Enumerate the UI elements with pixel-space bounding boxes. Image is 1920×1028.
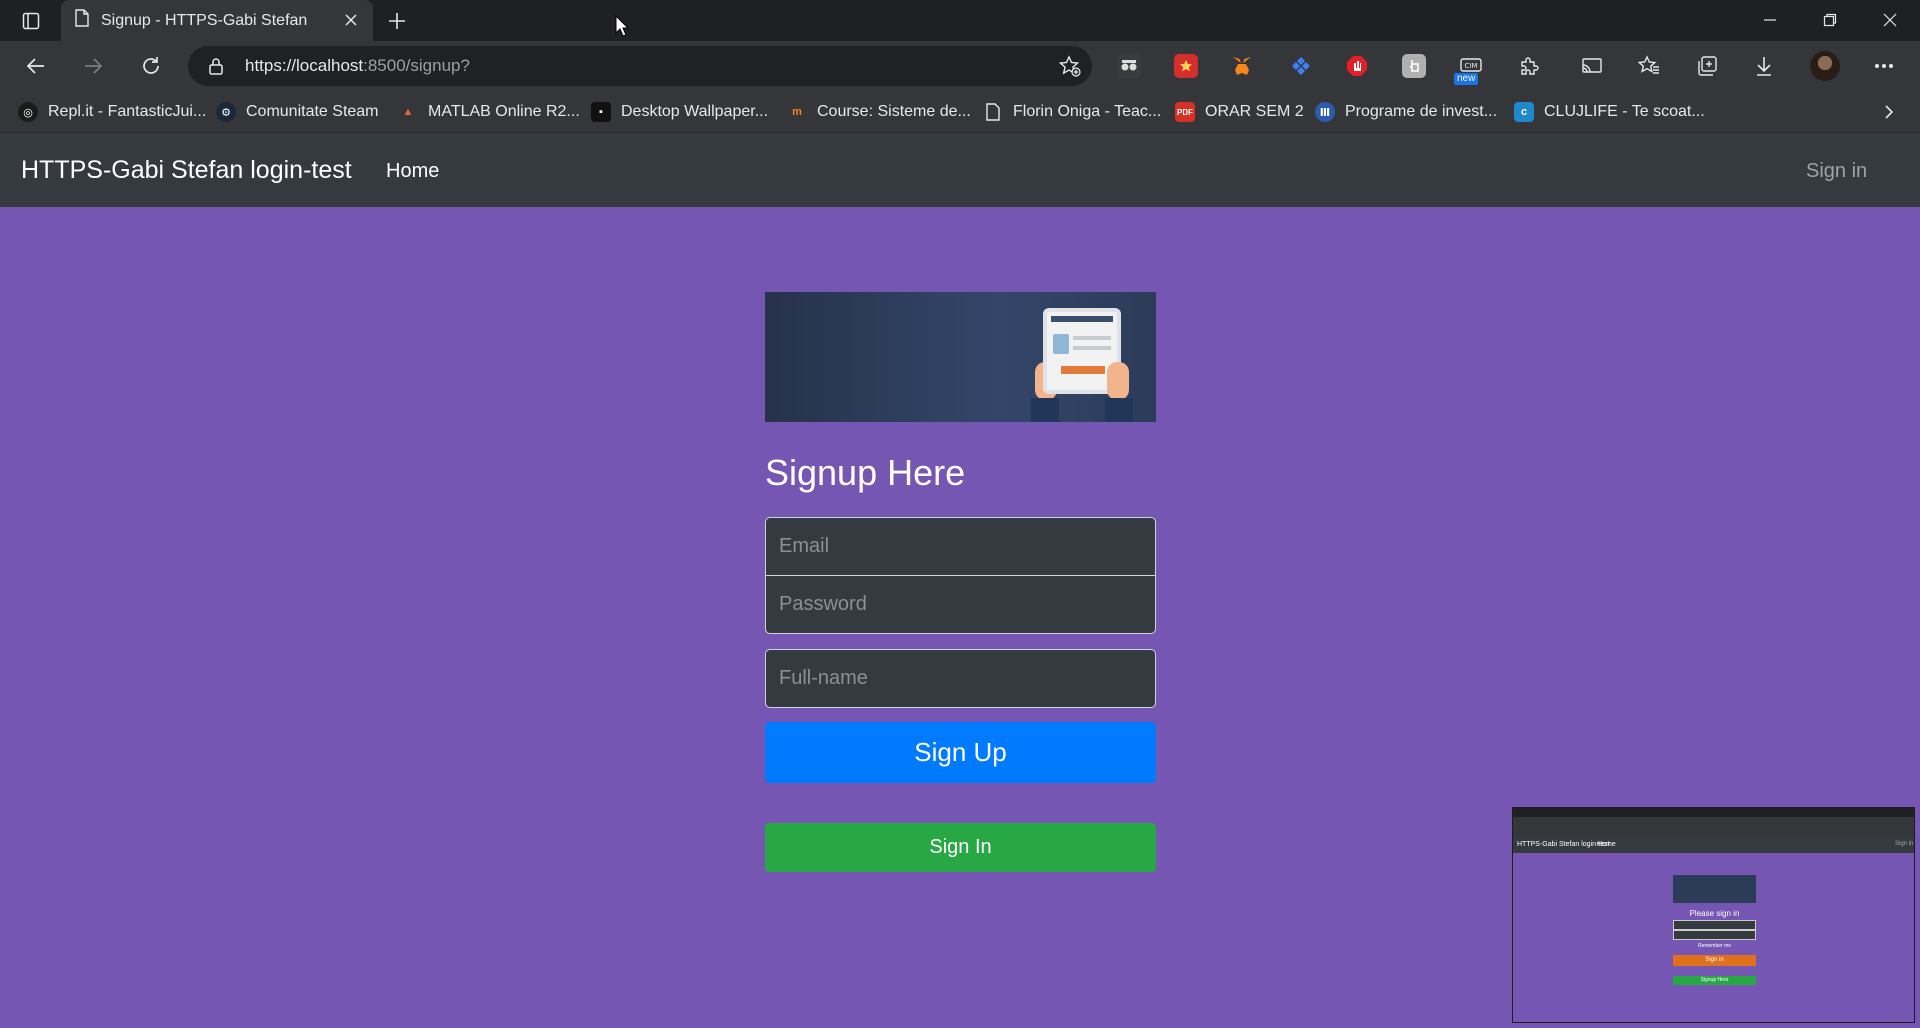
browser-tab-bar: Signup - HTTPS-Gabi Stefan: [0, 0, 1920, 41]
svg-text:CIM: CIM: [1465, 62, 1478, 70]
nav-home-link[interactable]: Home: [386, 160, 439, 183]
diamond-extension-icon[interactable]: [1289, 54, 1313, 78]
tab-actions-icon[interactable]: [16, 8, 46, 34]
more-menu-icon[interactable]: [1872, 54, 1896, 78]
thumb-email-field: [1673, 920, 1756, 930]
bookmark-label: Florin Oniga - Teac...: [1013, 103, 1162, 120]
allianz-icon: Ⅲ: [1315, 102, 1335, 122]
site-brand[interactable]: HTTPS-Gabi Stefan login-test: [21, 156, 352, 185]
bookmark-orar[interactable]: PDF ORAR SEM 2: [1175, 100, 1304, 124]
thumb-banner: [1673, 875, 1756, 903]
thumb-title: Please sign in: [1689, 909, 1740, 918]
mouse-cursor-icon: [615, 15, 629, 37]
thumb-brand: HTTPS-Gabi Stefan login-test: [1517, 841, 1610, 848]
thumb-signup-button: Signup Here: [1673, 976, 1756, 985]
adblock-icon[interactable]: [1345, 54, 1369, 78]
url-path: :8500/signup?: [363, 56, 470, 75]
bookmark-course[interactable]: m Course: Sisteme de...: [787, 100, 971, 124]
signup-button[interactable]: Sign Up: [765, 722, 1156, 783]
moodle-icon: m: [792, 106, 802, 118]
bookmark-label: ORAR SEM 2: [1205, 103, 1304, 120]
signin-button[interactable]: Sign In: [765, 823, 1156, 872]
thumb-remember: Remember me: [1697, 943, 1732, 949]
close-window-icon[interactable]: [1876, 6, 1904, 34]
spy-extension-icon[interactable]: [1117, 54, 1141, 78]
fullname-field[interactable]: [765, 649, 1156, 708]
address-bar[interactable]: https://localhost:8500/signup?: [188, 46, 1092, 86]
bookmark-label: CLUJLIFE - Te scoat...: [1544, 103, 1705, 120]
bookmark-programe[interactable]: Ⅲ Programe de invest...: [1315, 100, 1497, 124]
downloads-icon[interactable]: [1752, 54, 1776, 78]
bookmark-matlab[interactable]: ▲ MATLAB Online R2...: [398, 100, 580, 124]
chevron-right-icon[interactable]: [1878, 101, 1900, 123]
replit-icon: ◎: [18, 102, 38, 122]
bookmark-label: Programe de invest...: [1345, 103, 1498, 120]
url-host: https://localhost: [245, 56, 364, 75]
email-field[interactable]: [765, 517, 1156, 576]
extensions-puzzle-icon[interactable]: [1517, 54, 1541, 78]
browser-toolbar: https://localhost:8500/signup? CIM new: [0, 41, 1920, 91]
close-tab-icon[interactable]: [341, 10, 361, 30]
forward-icon[interactable]: [78, 51, 108, 81]
tool-extension-icon[interactable]: CIM new: [1454, 54, 1483, 85]
profile-avatar[interactable]: [1810, 51, 1840, 81]
minimize-icon[interactable]: [1756, 6, 1784, 34]
bookmark-clujlife[interactable]: c CLUJLIFE - Te scoat...: [1514, 100, 1705, 124]
collections-icon[interactable]: [1695, 54, 1719, 78]
signup-banner-image: [765, 292, 1156, 422]
url-text[interactable]: https://localhost:8500/signup?: [245, 56, 470, 76]
back-icon[interactable]: [21, 51, 51, 81]
nav-signin-link[interactable]: Sign in: [1806, 160, 1867, 183]
clujlife-icon: c: [1514, 102, 1534, 122]
reload-icon[interactable]: [136, 51, 166, 81]
new-badge: new: [1454, 73, 1479, 85]
bookmark-label: MATLAB Online R2...: [428, 103, 580, 120]
steam-icon: ⚙: [216, 102, 236, 122]
page-icon: [75, 9, 89, 32]
bookmark-label: Desktop Wallpaper...: [621, 103, 769, 120]
bookmark-replit[interactable]: ◎ Repl.it - FantasticJui...: [18, 100, 206, 124]
cast-icon[interactable]: [1580, 54, 1604, 78]
wallpaper-icon: ▪: [591, 102, 611, 122]
bookmarks-bar: ◎ Repl.it - FantasticJui... ⚙ Comunitate…: [0, 91, 1920, 133]
bookmark-steam[interactable]: ⚙ Comunitate Steam: [216, 100, 379, 124]
touch-extension-icon[interactable]: [1402, 54, 1426, 78]
thumb-password-field: [1673, 930, 1756, 940]
flag-extension-icon[interactable]: [1174, 54, 1198, 78]
metamask-icon[interactable]: [1230, 54, 1254, 78]
bookmark-label: Repl.it - FantasticJui...: [48, 103, 207, 120]
browser-tab-active[interactable]: Signup - HTTPS-Gabi Stefan: [61, 0, 373, 41]
bookmark-wallpaper[interactable]: ▪ Desktop Wallpaper...: [591, 100, 768, 124]
site-navbar: HTTPS-Gabi Stefan login-test Home Sign i…: [0, 133, 1920, 207]
lock-icon[interactable]: [206, 56, 226, 76]
add-favorite-icon[interactable]: [1058, 54, 1082, 78]
restore-icon[interactable]: [1816, 6, 1844, 34]
thumb-home: Home: [1597, 841, 1616, 848]
favorites-icon[interactable]: [1637, 54, 1661, 78]
bookmark-label: Comunitate Steam: [246, 103, 379, 120]
bookmark-label: Course: Sisteme de...: [817, 103, 971, 120]
hand-illustration: [1107, 362, 1129, 400]
screenshot-thumbnail[interactable]: HTTPS-Gabi Stefan login-test Home Sign i…: [1512, 807, 1915, 1023]
password-field[interactable]: [765, 575, 1156, 634]
bookmark-florin[interactable]: Florin Oniga - Teac...: [983, 100, 1161, 124]
thumb-signin-button: Sign in: [1673, 955, 1756, 966]
page-icon: [983, 102, 1003, 122]
tab-title: Signup - HTTPS-Gabi Stefan: [101, 11, 308, 29]
new-tab-icon[interactable]: [384, 8, 410, 34]
pdf-icon: PDF: [1175, 102, 1195, 122]
thumb-signin: Sign in: [1895, 841, 1914, 847]
form-title: Signup Here: [765, 452, 966, 493]
matlab-icon: ▲: [402, 106, 414, 118]
